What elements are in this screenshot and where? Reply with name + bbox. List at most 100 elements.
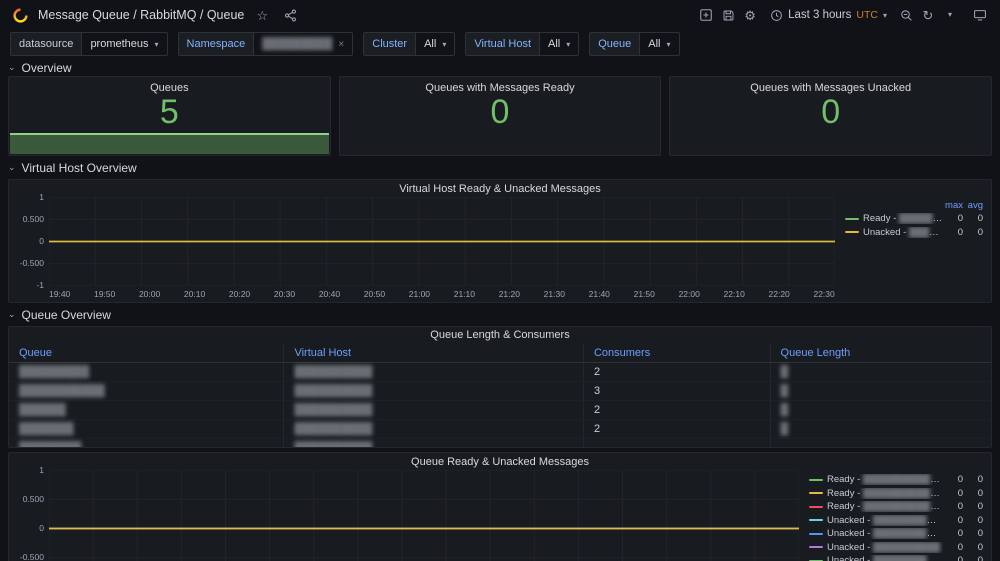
refresh-icon[interactable]: ↻ — [918, 4, 938, 26]
stat-panel-queues[interactable]: Queues5 — [8, 76, 331, 156]
row-toggle-queue-overview[interactable]: ⌄ Queue Overview — [8, 306, 992, 323]
breadcrumb[interactable]: Message Queue / RabbitMQ / Queue — [38, 8, 244, 22]
legend-sort-avg[interactable]: avg — [963, 200, 983, 211]
column-header-virtual-host[interactable]: Virtual Host — [284, 344, 584, 362]
legend-item[interactable]: Unacked - ████████████00 — [809, 514, 983, 528]
series-color-marker — [809, 533, 823, 535]
share-icon[interactable] — [280, 4, 300, 26]
queue-messages-chart-panel: Queue Ready & Unacked Messages 10.5000-0… — [8, 452, 992, 561]
variable-cluster: ClusterAll▾ — [363, 32, 455, 56]
series-color-marker — [809, 492, 823, 494]
x-axis-label: 21:20 — [499, 289, 520, 299]
variable-value-dropdown[interactable]: prometheus ▾ — [81, 32, 167, 56]
legend-max-value: 0 — [943, 528, 963, 539]
legend-item[interactable]: Unacked - ████████████00 — [809, 554, 983, 561]
variable-namespace: Namespace█████████× — [178, 32, 354, 56]
variable-value-text: prometheus — [90, 38, 148, 50]
variable-value-dropdown[interactable]: █████████× — [253, 32, 353, 56]
variable-value-dropdown[interactable]: All▾ — [639, 32, 679, 56]
grafana-logo[interactable] — [10, 4, 30, 26]
table-header-row: QueueVirtual HostConsumersQueue Length — [9, 344, 991, 362]
column-header-queue-length[interactable]: Queue Length — [770, 344, 991, 362]
queue-table-panel: Queue Length & Consumers QueueVirtual Ho… — [8, 326, 992, 448]
table-row: ████████████████2█ — [9, 400, 991, 419]
row-toggle-overview[interactable]: ⌄ Overview — [8, 59, 992, 76]
legend-item[interactable]: Ready - ███████████████00 — [809, 487, 983, 501]
series-color-marker — [809, 506, 823, 508]
legend-avg-value: 0 — [963, 528, 983, 539]
legend-sort-max[interactable]: max — [943, 200, 963, 211]
x-axis-label: 20:10 — [184, 289, 205, 299]
chevron-down-icon: ▾ — [155, 40, 159, 49]
chevron-down-icon: ▾ — [883, 11, 887, 20]
y-axis: 10.5000-0.500-1 — [15, 466, 49, 561]
x-axis-label: 22:30 — [813, 289, 834, 299]
row-toggle-vhost-overview[interactable]: ⌄ Virtual Host Overview — [8, 159, 992, 176]
chevron-down-icon: ▾ — [667, 40, 671, 49]
zoom-out-icon[interactable] — [896, 4, 916, 26]
legend-label-masked: ████████████ — [873, 555, 943, 561]
dashboard-settings-icon[interactable]: ⚙ — [740, 4, 760, 26]
chart-legend: maxavgReady - ████████00Unacked - ██████… — [835, 197, 985, 299]
queue-cell: █████████ — [9, 362, 284, 381]
table-row: █████████████████████3█ — [9, 381, 991, 400]
plot-area[interactable] — [49, 470, 799, 561]
consumers-cell: 2 — [583, 419, 770, 438]
y-axis-label: 0.500 — [23, 495, 44, 504]
stat-panel-queues-with-messages-unacked[interactable]: Queues with Messages Unacked0 — [669, 76, 992, 156]
legend-item[interactable]: Ready - █████████████00 — [809, 473, 983, 487]
series-color-marker — [809, 479, 823, 481]
time-range-picker[interactable]: Last 3 hours UTC ▾ — [762, 4, 894, 26]
column-header-queue[interactable]: Queue — [9, 344, 284, 362]
legend-item[interactable]: Ready - ████████00 — [845, 212, 983, 226]
legend-item[interactable]: Unacked - █████████████00 — [809, 527, 983, 541]
queue-length-cell: █ — [770, 381, 991, 400]
x-axis-label: 21:30 — [544, 289, 565, 299]
series-color-marker — [845, 218, 859, 220]
column-header-consumers[interactable]: Consumers — [583, 344, 770, 362]
add-panel-icon[interactable] — [696, 4, 716, 26]
plot-area[interactable] — [49, 197, 835, 286]
chevron-down-icon: ▾ — [566, 40, 570, 49]
save-dashboard-icon[interactable] — [718, 4, 738, 26]
x-axis-label: 19:50 — [94, 289, 115, 299]
queue-cell: ███████ — [9, 419, 284, 438]
legend-label: Unacked - ██████████ — [827, 542, 943, 553]
refresh-interval-dropdown[interactable]: ▾ — [940, 4, 960, 26]
legend-item[interactable]: Ready - ██████████████00 — [809, 500, 983, 514]
legend-label: Ready - ███████████████ — [827, 488, 943, 499]
vhost-cell: ██████████ — [284, 362, 584, 381]
series-color-marker — [845, 231, 859, 233]
legend-label: Ready - █████████████ — [827, 474, 943, 485]
legend-label-masked: █████████████ — [863, 474, 943, 485]
variable-value-dropdown[interactable]: All▾ — [539, 32, 579, 56]
legend-avg-value: 0 — [963, 213, 983, 224]
legend-avg-value: 0 — [963, 501, 983, 512]
stat-panel-queues-with-messages-ready[interactable]: Queues with Messages Ready0 — [339, 76, 662, 156]
star-icon[interactable]: ☆ — [252, 4, 272, 26]
x-axis-label: 22:10 — [724, 289, 745, 299]
legend-max-value: 0 — [943, 555, 963, 561]
row-title: Queue Overview — [22, 308, 111, 322]
legend-header: maxavg — [845, 200, 983, 211]
tv-mode-icon[interactable] — [970, 4, 990, 26]
legend-item[interactable]: Unacked - ████████00 — [845, 226, 983, 240]
queue-cell: ██████ — [9, 400, 284, 419]
legend-item[interactable]: Unacked - ██████████00 — [809, 541, 983, 555]
queue-table: QueueVirtual HostConsumersQueue Length █… — [9, 344, 991, 448]
y-axis-label: -0.500 — [20, 553, 44, 561]
series-color-marker — [809, 546, 823, 548]
variable-label: datasource — [10, 32, 81, 56]
panel-title[interactable]: Queue Length & Consumers — [9, 327, 991, 344]
variable-value-dropdown[interactable]: All▾ — [415, 32, 455, 56]
legend-label-masked: ████████ — [899, 213, 943, 224]
legend-max-value: 0 — [943, 227, 963, 238]
chevron-down-icon: ⌄ — [8, 162, 16, 173]
panel-title[interactable]: Queue Ready & Unacked Messages — [15, 454, 985, 470]
panel-title[interactable]: Virtual Host Ready & Unacked Messages — [15, 181, 985, 197]
dashboard-content: ⌄ Overview Queues5Queues with Messages R… — [0, 59, 1000, 561]
x-axis-label: 20:00 — [139, 289, 160, 299]
remove-icon[interactable]: × — [338, 39, 344, 50]
time-range-label: Last 3 hours — [788, 9, 851, 21]
vhost-cell: ██████████ — [284, 438, 584, 448]
